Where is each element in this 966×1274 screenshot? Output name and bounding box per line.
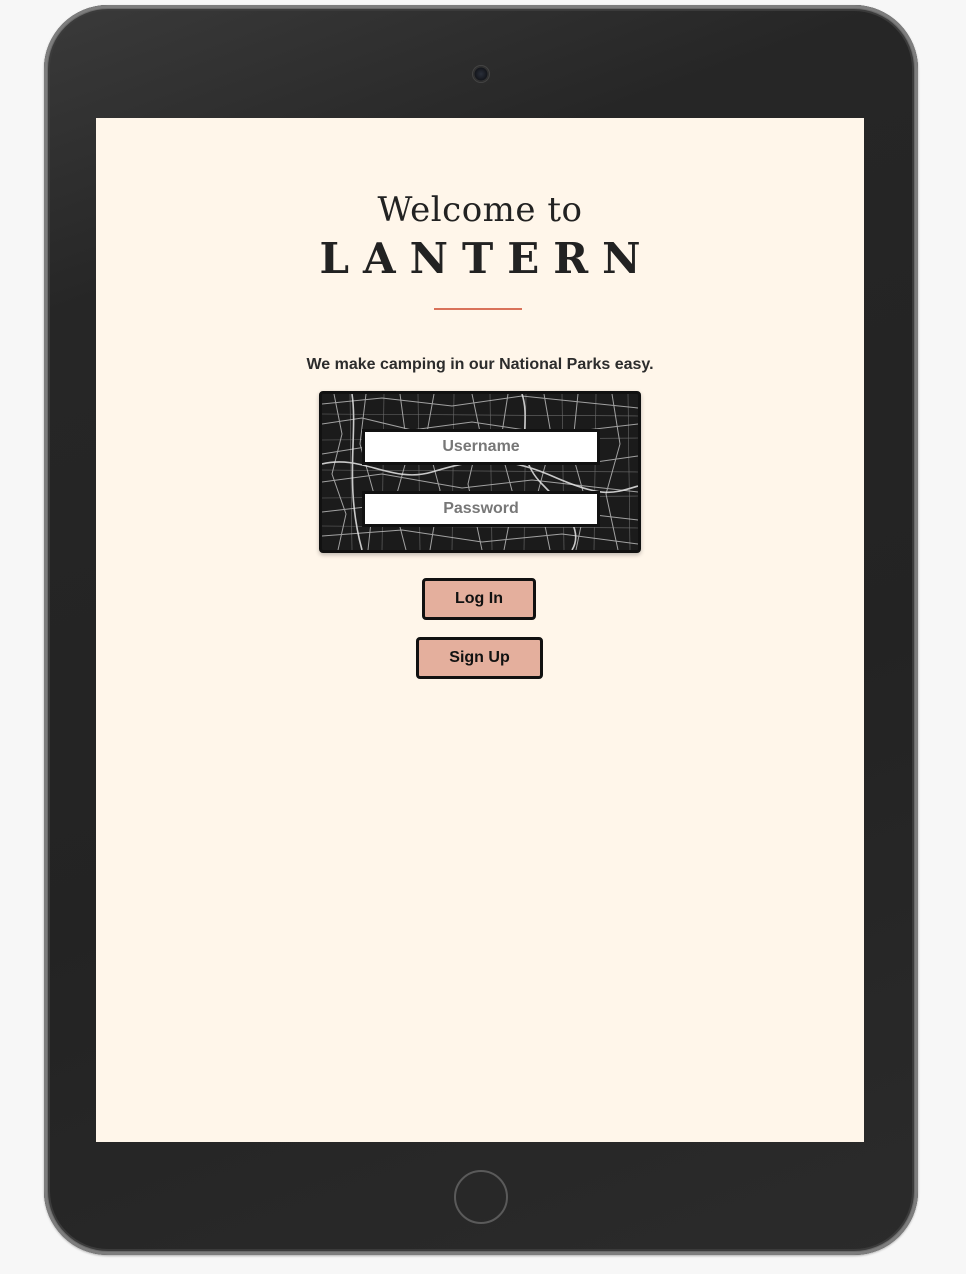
camera-icon [473,66,489,82]
tagline: We make camping in our National Parks ea… [306,356,654,373]
home-button[interactable] [454,1170,508,1224]
signup-button[interactable]: Sign Up [416,637,543,679]
brand-title: LANTERN [319,234,655,283]
welcome-heading: Welcome to [377,190,583,230]
password-field[interactable] [362,491,600,527]
login-button[interactable]: Log In [422,578,536,620]
app-screen: Welcome to LANTERN We make camping in ou… [96,118,864,1142]
divider [434,308,522,310]
username-field[interactable] [362,429,600,465]
login-form [319,391,641,553]
